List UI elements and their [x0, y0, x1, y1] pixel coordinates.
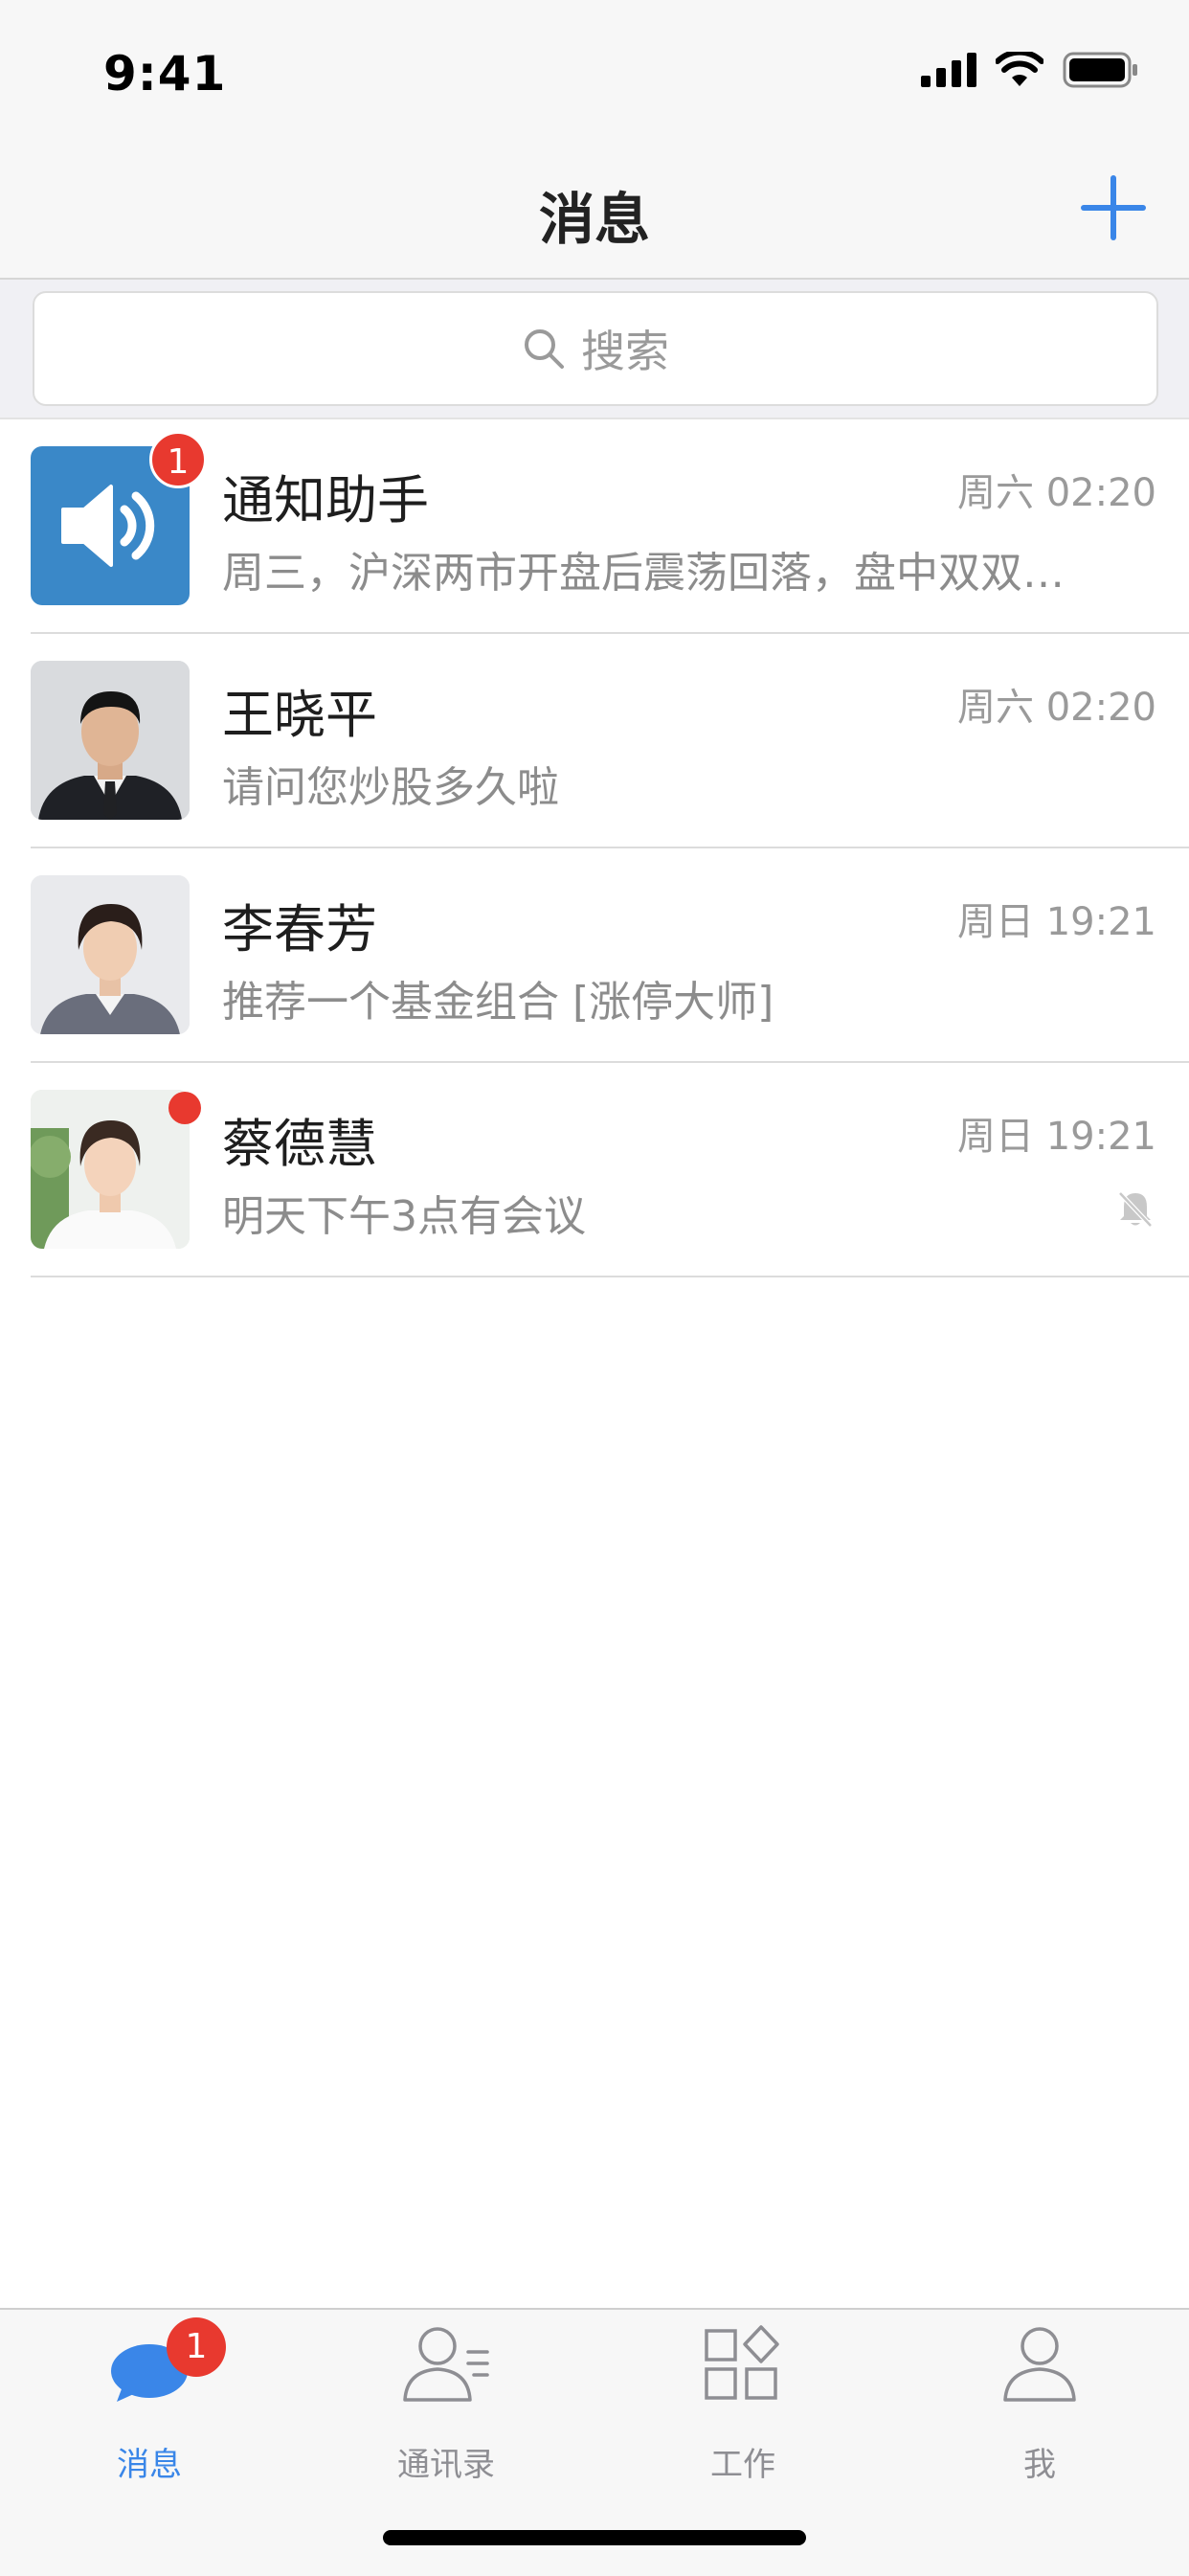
search-icon	[525, 329, 564, 369]
chat-item-cai[interactable]: 蔡德慧 周日 19:21 明天下午3点有会议	[0, 1063, 1189, 1277]
chat-name: 王晓平	[222, 685, 377, 745]
tab-bar: 1 消息 通讯录 工作 我	[0, 2308, 1189, 2576]
avatar	[31, 661, 190, 820]
chat-preview: 请问您炒股多久啦	[222, 763, 559, 812]
tab-badge: 1	[167, 2317, 226, 2377]
contacts-icon	[403, 2327, 489, 2402]
status-bar: 9:41	[0, 0, 1189, 144]
plus-icon[interactable]	[1078, 172, 1149, 243]
signal-icon	[921, 53, 976, 87]
chat-time: 周六 02:20	[957, 686, 1156, 730]
chat-time: 周日 19:21	[957, 1115, 1156, 1159]
tab-work[interactable]: 工作	[647, 2323, 839, 2486]
search-area: 搜索	[0, 280, 1189, 419]
avatar	[31, 1090, 190, 1249]
nav-bar: 消息	[0, 144, 1189, 280]
page-title: 消息	[538, 187, 650, 252]
chat-item-li[interactable]: 李春芳 周日 19:21 推荐一个基金组合 [涨停大师]	[0, 848, 1189, 1063]
unread-dot	[168, 1092, 201, 1124]
chat-preview: 推荐一个基金组合 [涨停大师]	[222, 978, 774, 1027]
chat-preview: 周三，沪深两市开盘后震荡回落，盘中双双…	[222, 549, 1065, 598]
chat-name: 李春芳	[222, 899, 377, 960]
person-icon	[1003, 2327, 1076, 2402]
woman-portrait	[31, 1090, 190, 1249]
search-placeholder: 搜索	[581, 326, 669, 377]
chat-preview: 明天下午3点有会议	[222, 1192, 586, 1241]
avatar	[31, 875, 190, 1034]
chat-name: 通知助手	[222, 470, 429, 531]
chat-time: 周六 02:20	[957, 471, 1156, 515]
wifi-icon	[996, 52, 1043, 86]
tab-label: 通讯录	[397, 2446, 495, 2484]
status-icons	[921, 52, 1139, 88]
chat-list: 1 通知助手 周六 02:20 周三，沪深两市开盘后震荡回落，盘中双双… 王晓平…	[0, 419, 1189, 1277]
tab-messages[interactable]: 1 消息	[54, 2317, 245, 2486]
tab-label: 我	[1023, 2446, 1056, 2484]
unread-badge: 1	[149, 431, 207, 488]
tab-label: 消息	[117, 2446, 182, 2484]
tab-contacts[interactable]: 通讯录	[350, 2323, 542, 2486]
tab-label: 工作	[710, 2446, 775, 2484]
chat-item-notify[interactable]: 1 通知助手 周六 02:20 周三，沪深两市开盘后震荡回落，盘中双双…	[0, 419, 1189, 634]
status-time: 9:41	[103, 46, 227, 102]
divider	[31, 1276, 1189, 1277]
apps-icon	[705, 2325, 779, 2400]
chat-time: 周日 19:21	[957, 900, 1156, 944]
man-portrait	[31, 661, 190, 820]
battery-icon	[1063, 52, 1137, 88]
home-indicator	[383, 2530, 806, 2545]
chat-item-wang[interactable]: 王晓平 周六 02:20 请问您炒股多久啦	[0, 634, 1189, 848]
search-input[interactable]: 搜索	[33, 291, 1158, 406]
woman-portrait	[31, 875, 190, 1034]
chat-name: 蔡德慧	[222, 1114, 377, 1174]
tab-me[interactable]: 我	[944, 2323, 1135, 2486]
mute-bell-icon	[1118, 1191, 1153, 1228]
